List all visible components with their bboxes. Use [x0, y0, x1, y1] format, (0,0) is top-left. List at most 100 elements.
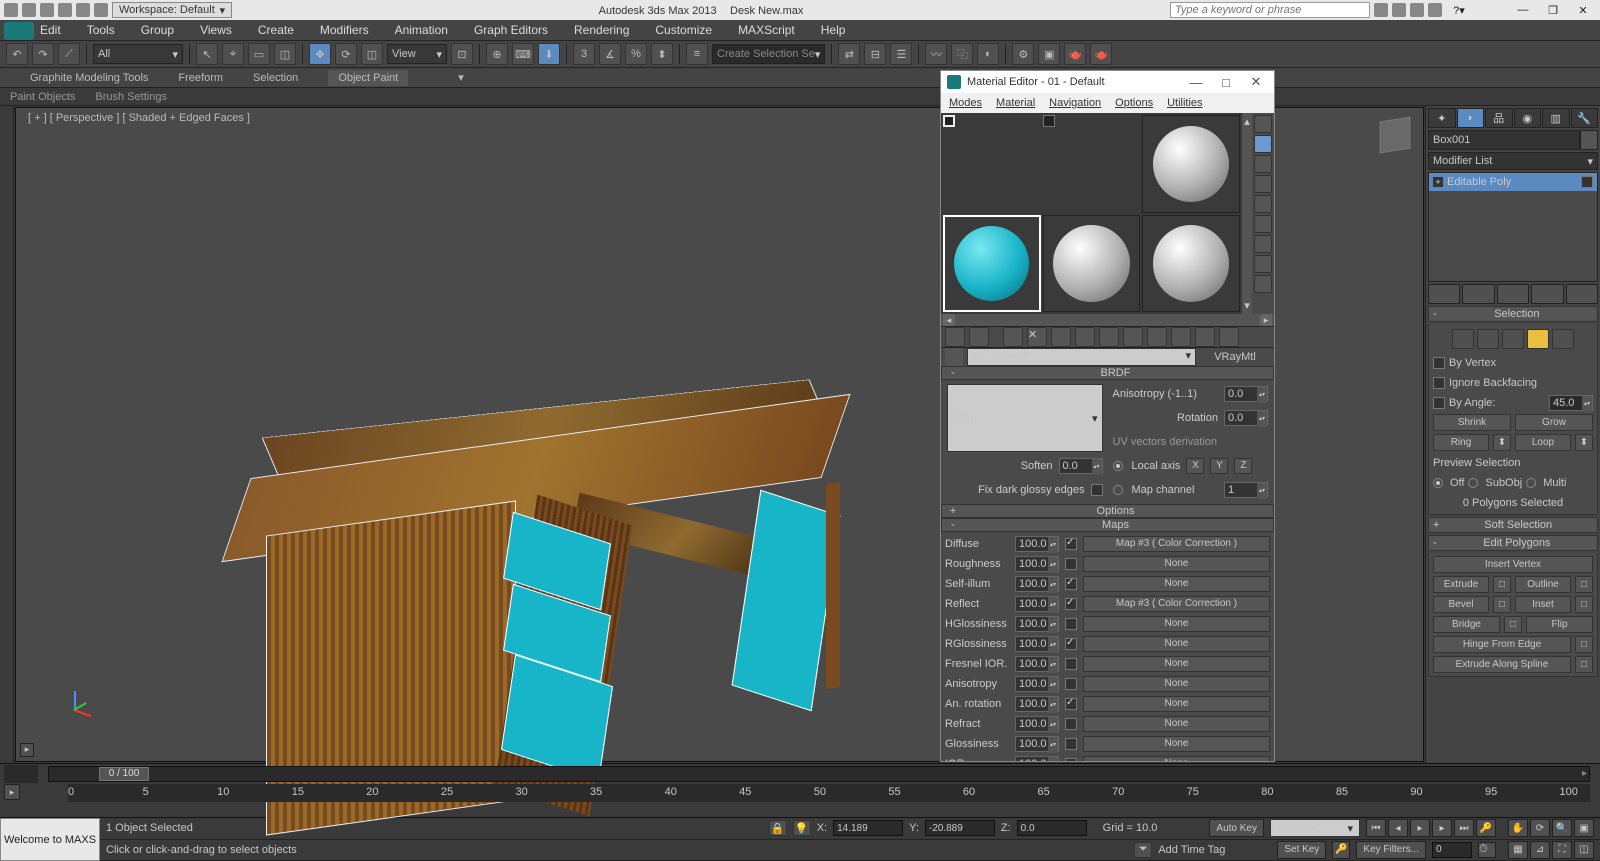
map-amount-spinner[interactable]: 100.0▴▾ — [1015, 656, 1059, 672]
favorites-icon[interactable] — [1428, 3, 1442, 17]
scale-icon[interactable]: ◫ — [361, 43, 383, 65]
menu-customize[interactable]: Customize — [655, 23, 712, 37]
map-enable-checkbox[interactable] — [1065, 538, 1077, 550]
map-slot-button[interactable]: None — [1083, 636, 1270, 652]
material-slots-hscroll[interactable]: ◂▸ — [941, 314, 1274, 326]
key-mode-icon[interactable]: 🔑 — [1476, 819, 1496, 837]
map-amount-spinner[interactable]: 100.0▴▾ — [1015, 636, 1059, 652]
undo-icon[interactable]: ↶ — [6, 43, 28, 65]
chk-ignoreback[interactable] — [1433, 377, 1445, 389]
spinner-byangle[interactable]: 45.0▴▾ — [1549, 395, 1593, 411]
btn-bridge[interactable]: Bridge — [1433, 616, 1500, 633]
map-slot-button[interactable]: Map #3 ( Color Correction ) — [1083, 596, 1270, 612]
coord-x-field[interactable]: 14.189 — [833, 820, 903, 836]
map-enable-checkbox[interactable] — [1065, 578, 1077, 590]
menu-edit[interactable]: Edit — [40, 23, 61, 37]
show-in-viewport-icon[interactable] — [1147, 327, 1167, 347]
menu-help[interactable]: Help — [821, 23, 846, 37]
minimize-button[interactable]: — — [1510, 1, 1536, 19]
map-slot-button[interactable]: None — [1083, 576, 1270, 592]
put-to-scene-icon[interactable] — [969, 327, 989, 347]
time-tag-icon[interactable]: ⏷ — [1134, 842, 1152, 858]
btn-inset-settings[interactable]: □ — [1575, 596, 1593, 613]
material-editor-icon[interactable]: ◐ — [977, 43, 999, 65]
map-amount-spinner[interactable]: 100.0▴▾ — [1015, 536, 1059, 552]
current-frame-field[interactable]: 0 — [1432, 842, 1472, 858]
matid-channel-icon[interactable] — [1123, 327, 1143, 347]
exchange-icon[interactable] — [1410, 3, 1424, 17]
modstack-item-editablepoly[interactable]: + Editable Poly — [1429, 173, 1597, 191]
expand-icon[interactable]: + — [1433, 177, 1443, 187]
map-slot-button[interactable]: None — [1083, 716, 1270, 732]
time-config-icon[interactable]: ⏱ — [1478, 842, 1496, 858]
mateditor-maximize[interactable]: □ — [1214, 75, 1238, 90]
map-amount-spinner[interactable]: 100.0▴▾ — [1015, 556, 1059, 572]
percentsnap-icon[interactable]: % — [625, 43, 647, 65]
material-name-dropdown[interactable]: 01 - Default▾ — [967, 348, 1196, 366]
rollout-options-header[interactable]: +Options — [941, 504, 1274, 518]
btn-extrudespline-settings[interactable]: □ — [1575, 656, 1593, 673]
spinner-rotation[interactable]: 0.0▴▾ — [1224, 410, 1268, 426]
axis-z-button[interactable]: Z — [1234, 458, 1252, 474]
fov-icon[interactable]: ⊿ — [1530, 841, 1550, 859]
help-button[interactable]: ?▾ — [1446, 1, 1472, 19]
tab-utilities-icon[interactable]: 🔧 — [1571, 108, 1599, 128]
viewport-playback-icon[interactable]: ▸ — [20, 743, 34, 757]
chk-byvertex[interactable] — [1433, 357, 1445, 369]
map-amount-spinner[interactable]: 100.0▴▾ — [1015, 736, 1059, 752]
rollout-softsel-header[interactable]: +Soft Selection — [1428, 517, 1598, 533]
material-slot-1[interactable] — [943, 115, 955, 127]
sample-type-icon[interactable] — [1254, 115, 1272, 133]
remove-mod-icon[interactable] — [1531, 284, 1563, 304]
axis-x-button[interactable]: X — [1186, 458, 1204, 474]
spinner-anisotropy[interactable]: 0.0▴▾ — [1224, 386, 1268, 402]
so-element-icon[interactable] — [1552, 329, 1574, 349]
keyfilters-button[interactable]: Key Filters... — [1356, 841, 1426, 859]
ribbon-expand-icon[interactable]: ▾ — [458, 71, 464, 84]
brdf-shader-dropdown[interactable]: Blinn▾ — [947, 384, 1103, 452]
timeline-thumb-icon[interactable] — [4, 765, 38, 783]
spinner-ring[interactable]: ⬍ — [1493, 434, 1511, 451]
get-material-icon[interactable] — [945, 327, 965, 347]
btn-outline-settings[interactable]: □ — [1575, 576, 1593, 593]
schematic-icon[interactable]: ⿻ — [951, 43, 973, 65]
map-enable-checkbox[interactable] — [1065, 618, 1077, 630]
map-enable-checkbox[interactable] — [1065, 698, 1077, 710]
pivot-icon[interactable]: ⊡ — [451, 43, 473, 65]
mateditor-close[interactable]: ✕ — [1244, 74, 1268, 90]
matmenu-navigation[interactable]: Navigation — [1049, 97, 1101, 109]
map-slot-button[interactable]: None — [1083, 656, 1270, 672]
map-enable-checkbox[interactable] — [1065, 658, 1077, 670]
go-parent-icon[interactable] — [1195, 327, 1215, 347]
ribbon-tab-selection[interactable]: Selection — [253, 72, 298, 84]
btn-bridge-settings[interactable]: □ — [1504, 616, 1522, 633]
material-slots-vscroll[interactable]: ▴▾ — [1242, 113, 1252, 314]
redo-icon[interactable]: ↷ — [32, 43, 54, 65]
trackbar-toggle-icon[interactable]: ▸ — [4, 784, 20, 800]
configure-icon[interactable] — [1566, 284, 1598, 304]
material-type-button[interactable]: VRayMtl — [1200, 351, 1270, 363]
map-slot-button[interactable]: Map #3 ( Color Correction ) — [1083, 536, 1270, 552]
ribbon-tab-objectpaint[interactable]: Object Paint — [328, 70, 408, 86]
modifier-stack[interactable]: + Editable Poly — [1428, 172, 1598, 282]
radio-multi[interactable] — [1526, 478, 1536, 488]
matid-icon[interactable] — [1254, 275, 1272, 293]
btn-flip[interactable]: Flip — [1526, 616, 1593, 633]
menu-create[interactable]: Create — [258, 23, 294, 37]
rollout-editpoly-header[interactable]: -Edit Polygons — [1428, 535, 1598, 551]
btn-loop[interactable]: Loop — [1515, 434, 1571, 451]
select-name-icon[interactable]: ⌖ — [222, 43, 244, 65]
tab-display-icon[interactable]: ▥ — [1542, 108, 1570, 128]
map-amount-spinner[interactable]: 100.0▴▾ — [1015, 576, 1059, 592]
radio-localaxis[interactable] — [1113, 461, 1123, 471]
so-polygon-icon[interactable] — [1527, 329, 1549, 349]
map-enable-checkbox[interactable] — [1065, 638, 1077, 650]
snap-toggle-icon[interactable]: ⬇ — [538, 43, 560, 65]
ribbon-tab-freeform[interactable]: Freeform — [178, 72, 223, 84]
spinnersnap-icon[interactable]: ⬍ — [651, 43, 673, 65]
menu-tools[interactable]: Tools — [87, 23, 115, 37]
pick-material-icon[interactable] — [945, 348, 963, 366]
map-amount-spinner[interactable]: 100.0▴▾ — [1015, 596, 1059, 612]
time-slider[interactable]: 0 / 100 ▸ — [48, 766, 1590, 782]
menu-maxscript[interactable]: MAXScript — [738, 23, 795, 37]
